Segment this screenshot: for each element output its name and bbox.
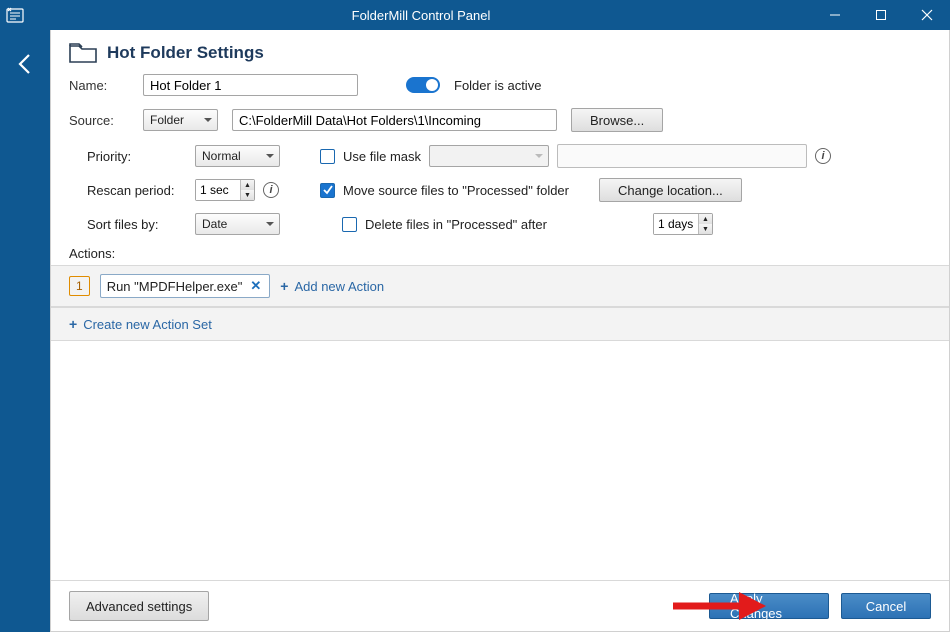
app-icon — [0, 0, 30, 30]
use-mask-checkbox[interactable] — [320, 149, 335, 164]
priority-select[interactable]: Normal — [195, 145, 280, 167]
source-path-input[interactable] — [232, 109, 557, 131]
mask-text-input[interactable] — [557, 144, 807, 168]
create-action-set-button[interactable]: + Create new Action Set — [69, 316, 212, 332]
source-type-select[interactable]: Folder — [143, 109, 218, 131]
sort-label: Sort files by: — [87, 217, 187, 232]
use-mask-label: Use file mask — [343, 149, 421, 164]
active-label: Folder is active — [454, 78, 541, 93]
rescan-stepper[interactable]: ▲▼ — [195, 179, 255, 201]
back-button[interactable] — [11, 50, 39, 78]
maximize-button[interactable] — [858, 0, 904, 30]
mask-select[interactable] — [429, 145, 549, 167]
priority-label: Priority: — [87, 149, 187, 164]
action-chip[interactable]: Run "MPDFHelper.exe" ✕ — [100, 274, 271, 298]
delete-after-stepper[interactable]: ▲▼ — [653, 213, 713, 235]
action-set-row: 1 Run "MPDFHelper.exe" ✕ + Add new Actio… — [51, 265, 949, 307]
stepper-up-icon[interactable]: ▲ — [699, 214, 712, 224]
name-input[interactable] — [143, 74, 358, 96]
titlebar: FolderMill Control Panel — [0, 0, 950, 30]
actions-label: Actions: — [51, 242, 949, 265]
plus-icon: + — [280, 278, 288, 294]
move-processed-checkbox[interactable] — [320, 183, 335, 198]
folder-icon — [69, 42, 97, 64]
stepper-down-icon[interactable]: ▼ — [699, 224, 712, 234]
window-title: FolderMill Control Panel — [30, 8, 812, 23]
cancel-button[interactable]: Cancel — [841, 593, 931, 619]
change-location-button[interactable]: Change location... — [599, 178, 742, 202]
delete-after-checkbox[interactable] — [342, 217, 357, 232]
source-label: Source: — [69, 113, 129, 128]
browse-button[interactable]: Browse... — [571, 108, 663, 132]
advanced-settings-button[interactable]: Advanced settings — [69, 591, 209, 621]
info-icon[interactable]: i — [815, 148, 831, 164]
move-processed-label: Move source files to "Processed" folder — [343, 183, 569, 198]
page-title: Hot Folder Settings — [107, 43, 264, 63]
add-action-button[interactable]: + Add new Action — [280, 278, 384, 294]
create-action-set-row: + Create new Action Set — [51, 307, 949, 341]
remove-action-icon[interactable]: ✕ — [248, 278, 263, 294]
page-header: Hot Folder Settings — [51, 30, 949, 74]
delete-after-label: Delete files in "Processed" after — [365, 217, 547, 232]
stepper-up-icon[interactable]: ▲ — [241, 180, 254, 190]
close-button[interactable] — [904, 0, 950, 30]
action-set-index: 1 — [69, 276, 90, 296]
footer: Advanced settings Apply Changes Cancel — [51, 580, 949, 631]
stepper-down-icon[interactable]: ▼ — [241, 190, 254, 200]
info-icon[interactable]: i — [263, 182, 279, 198]
name-label: Name: — [69, 78, 129, 93]
minimize-button[interactable] — [812, 0, 858, 30]
plus-icon: + — [69, 316, 77, 332]
rescan-label: Rescan period: — [87, 183, 187, 198]
left-rail — [0, 30, 50, 632]
apply-changes-button[interactable]: Apply Changes — [709, 593, 829, 619]
active-toggle[interactable] — [406, 77, 440, 93]
sort-select[interactable]: Date — [195, 213, 280, 235]
